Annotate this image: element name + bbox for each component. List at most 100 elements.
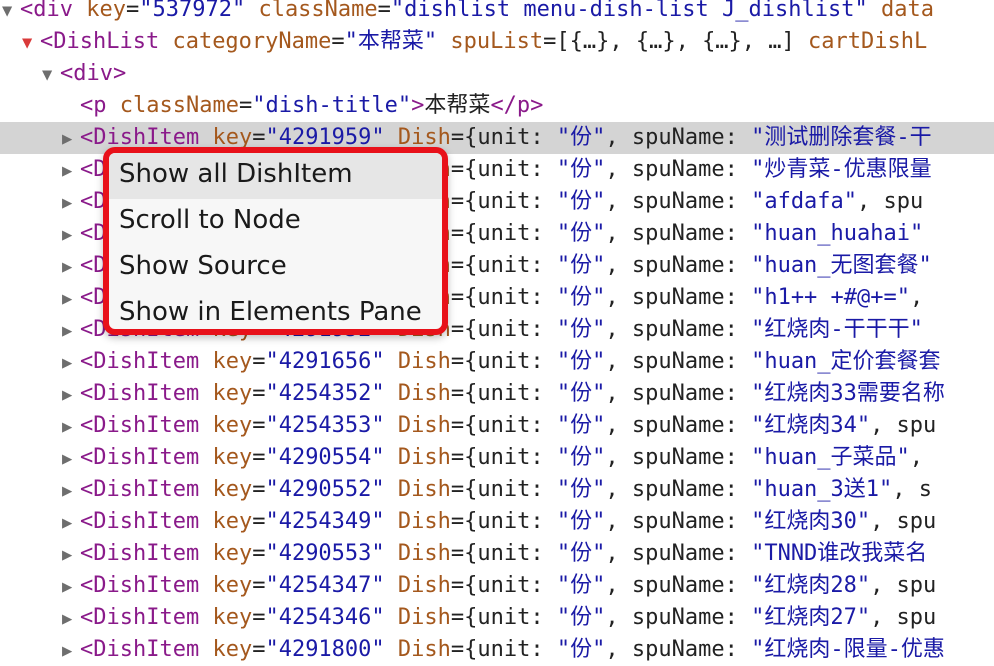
code-val: "红烧肉27" — [751, 605, 871, 630]
code-txt: , spuName: — [605, 573, 752, 598]
tree-row[interactable]: ▶ <DishItem key="4254352" Dish={unit: "份"… — [0, 378, 994, 410]
code-tag: <DishItem — [80, 381, 213, 406]
code-val: "4291800" — [265, 637, 385, 662]
menu-item-scroll-to-node[interactable]: Scroll to Node — [109, 199, 442, 245]
code-tag: <DishItem — [80, 573, 213, 598]
code-val: "份" — [556, 541, 606, 566]
code-txt: , spuName: — [605, 253, 752, 278]
collapsed-triangle-icon[interactable]: ▶ — [62, 187, 80, 218]
code-txt: ={unit: — [450, 125, 557, 150]
code-txt: , spuName: — [605, 605, 752, 630]
tree-row[interactable]: ▶ <DishItem key="4254349" Dish={unit: "份"… — [0, 506, 994, 538]
context-menu: Show all DishItem Scroll to Node Show So… — [103, 147, 448, 335]
code-val: "4254349" — [265, 509, 385, 534]
menu-item-show-all-dishitem[interactable]: Show all DishItem — [109, 153, 442, 199]
collapsed-triangle-icon[interactable]: ▶ — [62, 443, 80, 474]
code-txt: = — [238, 93, 253, 118]
tree-row[interactable]: ▶ <DishItem key="4290554" Dish={unit: "份"… — [0, 442, 994, 474]
code-val: "红烧肉-限量-优惠 — [751, 637, 945, 662]
collapsed-triangle-icon[interactable]: ▶ — [62, 251, 80, 282]
code-val: "4290554" — [265, 445, 385, 470]
code-txt: 本帮菜 — [424, 93, 491, 118]
code-val: "份" — [556, 445, 606, 470]
code-attr: cartDishL — [794, 29, 928, 54]
collapsed-triangle-icon[interactable]: ▶ — [62, 603, 80, 634]
code-attr: key — [212, 381, 253, 406]
code-attr: Dish — [384, 349, 451, 374]
code-attr: key — [86, 0, 126, 22]
tree-row[interactable]: ▶ <DishItem key="4290553" Dish={unit: "份"… — [0, 538, 994, 570]
collapsed-triangle-icon[interactable]: ▶ — [62, 539, 80, 570]
code-txt: ={unit: — [450, 413, 557, 438]
collapsed-triangle-icon[interactable]: ▶ — [62, 347, 80, 378]
code-txt: , spuName: — [605, 285, 752, 310]
code-txt: , spu — [870, 413, 937, 438]
tree-row[interactable]: ▼ <DishList categoryName="本帮菜" spuList=[{… — [0, 26, 994, 58]
code-val: "测试删除套餐-干 — [751, 125, 932, 150]
code-txt: , spu — [870, 573, 937, 598]
code-txt: ={unit: — [450, 253, 557, 278]
code-val: "份" — [556, 125, 606, 150]
expanded-triangle-icon[interactable]: ▼ — [42, 59, 60, 90]
tree-row[interactable]: ▶ <DishItem key="4254353" Dish={unit: "份"… — [0, 410, 994, 442]
code-attr: className — [119, 93, 239, 118]
code-tag: <DishItem — [80, 637, 213, 662]
code-txt: ={unit: — [450, 445, 557, 470]
code-txt: = — [252, 573, 266, 598]
code-val: "红烧肉33需要名称 — [751, 381, 945, 406]
code-txt: ={unit: — [450, 637, 557, 662]
code-txt: ={unit: — [450, 157, 557, 182]
code-tag: <DishItem — [80, 509, 213, 534]
collapsed-triangle-icon[interactable]: ▶ — [62, 411, 80, 442]
collapsed-triangle-icon[interactable]: ▶ — [62, 379, 80, 410]
collapsed-triangle-icon[interactable]: ▶ — [62, 571, 80, 602]
code-attr: categoryName — [172, 29, 332, 54]
menu-item-show-in-elements-pane[interactable]: Show in Elements Pane — [109, 291, 442, 329]
collapsed-triangle-icon[interactable]: ▶ — [62, 507, 80, 538]
code-attr: Dish — [384, 637, 451, 662]
tree-row[interactable]: ▶ <DishItem key="4290552" Dish={unit: "份"… — [0, 474, 994, 506]
code-txt: = — [252, 445, 266, 470]
code-val: "4254346" — [265, 605, 385, 630]
tree-row[interactable]: ▼ <div key="537972" className="dishlist m… — [0, 0, 994, 26]
collapsed-triangle-icon[interactable]: ▶ — [62, 635, 80, 666]
code-txt: = — [125, 0, 140, 22]
tree-row[interactable]: ▶ <DishItem key="4254347" Dish={unit: "份"… — [0, 570, 994, 602]
code-txt: = — [252, 413, 266, 438]
code-val: "huan_无图套餐" — [751, 253, 932, 278]
tree-row[interactable]: ▶ <DishItem key="4254346" Dish={unit: "份"… — [0, 602, 994, 634]
code-attr: Dish — [384, 381, 451, 406]
code-val: "份" — [556, 317, 606, 342]
code-txt: , spuName: — [605, 189, 752, 214]
code-tag: <DishItem — [80, 477, 213, 502]
collapsed-triangle-icon[interactable]: ▶ — [62, 155, 80, 186]
collapsed-triangle-icon[interactable]: ▶ — [62, 219, 80, 250]
code-txt: , spu — [870, 605, 937, 630]
code-txt: , s — [892, 477, 933, 502]
code-tag: <DishItem — [80, 605, 213, 630]
code-tag: <DishItem — [80, 541, 213, 566]
expanded-triangle-icon[interactable]: ▼ — [2, 0, 20, 26]
collapsed-triangle-icon[interactable]: ▶ — [62, 283, 80, 314]
tree-row[interactable]: <p className="dish-title">本帮菜</p> — [0, 90, 994, 122]
code-attr: spuList — [437, 29, 544, 54]
code-txt: , spuName: — [605, 413, 752, 438]
expanded-triangle-icon[interactable]: ▼ — [22, 27, 40, 58]
code-txt: ={unit: — [450, 317, 557, 342]
tree-row[interactable]: ▼ <div> — [0, 58, 994, 90]
tree-row[interactable]: ▶ <DishItem key="4291656" Dish={unit: "份"… — [0, 346, 994, 378]
code-attr: Dish — [384, 413, 451, 438]
code-val: "huan_定价套餐套 — [751, 349, 941, 374]
code-attr: Dish — [384, 477, 451, 502]
code-txt: = — [377, 0, 391, 22]
tree-row[interactable]: ▶ <DishItem key="4291800" Dish={unit: "份"… — [0, 634, 994, 666]
collapsed-triangle-icon[interactable]: ▶ — [62, 475, 80, 506]
menu-item-show-source[interactable]: Show Source — [109, 245, 442, 291]
code-txt: , spuName: — [605, 157, 752, 182]
code-tag: <DishItem — [80, 349, 213, 374]
code-tag: <DishItem — [80, 413, 213, 438]
collapsed-triangle-icon[interactable]: ▶ — [62, 315, 80, 346]
code-val: "h1++ +#@+=" — [751, 285, 911, 310]
code-attr: className — [245, 0, 378, 22]
collapsed-triangle-icon[interactable]: ▶ — [62, 123, 80, 154]
